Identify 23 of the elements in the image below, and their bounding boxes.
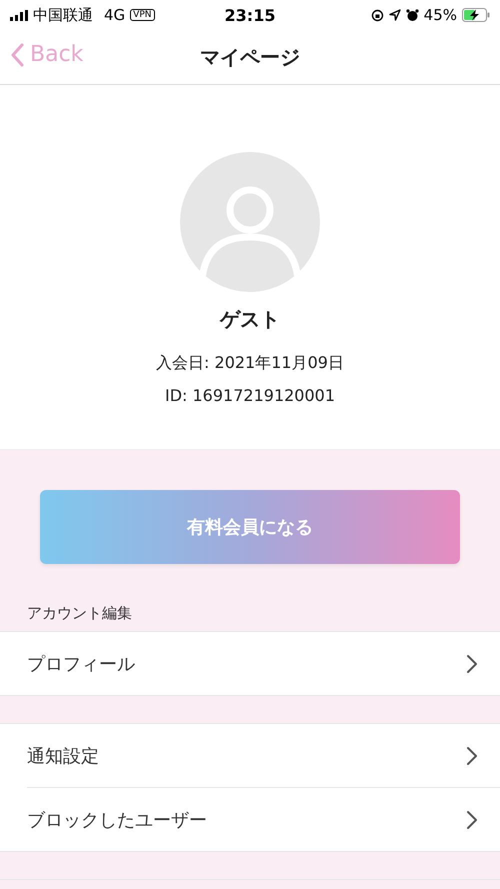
- network-type: 4G: [104, 6, 126, 24]
- chevron-right-icon: [466, 810, 478, 830]
- join-date: 入会日: 2021年11月09日: [156, 353, 344, 374]
- chevron-left-icon: [10, 42, 24, 66]
- rotation-lock-icon: [370, 8, 384, 22]
- signal-icon: [10, 10, 28, 20]
- user-name: ゲスト: [220, 306, 280, 333]
- battery-charging-icon: [462, 8, 490, 22]
- menu-item-label: プロフィール: [27, 652, 135, 676]
- menu-item[interactable]: 通知設定: [27, 724, 500, 787]
- avatar-icon: [180, 152, 320, 292]
- location-arrow-icon: [388, 9, 401, 21]
- menu-item-label: ブロックしたユーザー: [27, 808, 207, 832]
- clock-time: 23:15: [224, 6, 276, 24]
- chevron-right-icon: [466, 746, 478, 766]
- menu-item[interactable]: ブロックしたユーザー: [27, 787, 500, 851]
- page-title: マイページ: [200, 44, 300, 70]
- vpn-badge: VPN: [130, 9, 154, 21]
- menu-item-label: 通知設定: [27, 744, 99, 768]
- battery-percent: 45%: [424, 6, 457, 24]
- user-id: ID: 16917219120001: [164, 386, 336, 405]
- carrier-name: 中国联通: [33, 6, 93, 24]
- chevron-right-icon: [466, 654, 478, 674]
